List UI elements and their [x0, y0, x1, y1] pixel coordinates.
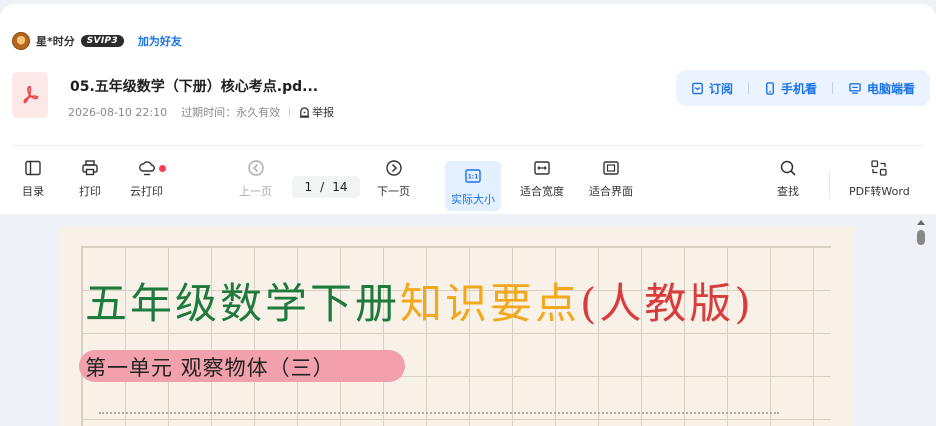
- document-meta: 2026-08-10 22:10 过期时间： 永久有效 举报: [68, 104, 334, 120]
- header-divider: [12, 145, 924, 146]
- actual-size-icon-text: 1:1: [468, 174, 479, 181]
- pdf-file-icon: [12, 72, 48, 118]
- pdf-logo-icon: [23, 85, 39, 104]
- cloud-print-icon: [138, 161, 155, 176]
- search-icon: [780, 160, 796, 176]
- heading-part-2: 知识要点: [400, 279, 581, 328]
- meta-divider: [289, 107, 291, 117]
- unit-heading: 第一单元 观察物体（三）: [85, 356, 335, 380]
- fit-page-label: 适合界面: [589, 185, 633, 198]
- fit-page-icon: [603, 161, 619, 175]
- prev-page-icon: [247, 160, 264, 176]
- add-friend-link[interactable]: 加为好友: [138, 33, 182, 49]
- page-heading: 五年级数学下册知识要点(人教版): [85, 270, 754, 331]
- pdf-to-word-icon: [871, 160, 888, 176]
- find-button[interactable]: 查找: [777, 159, 799, 199]
- pdf-viewer: 五年级数学下册知识要点(人教版) 第一单元 观察物体（三）: [0, 214, 936, 426]
- find-label: 查找: [777, 185, 799, 198]
- phone-icon: [766, 81, 774, 95]
- mobile-view-button[interactable]: 手机看: [764, 80, 817, 97]
- scroll-up-arrow[interactable]: [917, 220, 925, 225]
- cloud-print-button[interactable]: 云打印: [130, 159, 166, 199]
- next-page-label: 下一页: [377, 185, 410, 198]
- action-divider: [747, 82, 749, 94]
- heading-part-3: (人教版): [580, 279, 754, 328]
- printer-icon: [82, 160, 98, 176]
- fit-width-icon: [534, 161, 550, 175]
- fit-width-button[interactable]: 适合宽度: [520, 159, 564, 199]
- expiry-value: 永久有效: [236, 106, 281, 119]
- upload-date: 2026-08-10 22:10: [68, 105, 168, 119]
- next-page-icon: [385, 160, 402, 176]
- pdf-to-word-label: PDF转Word: [849, 185, 910, 198]
- pdf-toolbar: 目录 打印 云打印 上一页 1 / 14 下一页 1:1 实际大小 适合宽度 适…: [0, 159, 936, 211]
- monitor-icon: [849, 82, 861, 94]
- view-actions: 订阅 手机看 电脑端看: [676, 70, 930, 106]
- vip-badge: SVIP3: [80, 35, 124, 47]
- print-label: 打印: [79, 185, 101, 198]
- desktop-view-button[interactable]: 电脑端看: [848, 80, 915, 97]
- page-separator: /: [320, 180, 325, 194]
- report-label: 举报: [312, 106, 335, 119]
- handwriting-line: [99, 412, 779, 420]
- pdf-page: 五年级数学下册知识要点(人教版) 第一单元 观察物体（三）: [59, 226, 854, 426]
- document-title: 05.五年级数学（下册）核心考点.pd...: [70, 79, 319, 95]
- pdf-to-word-button[interactable]: PDF转Word: [849, 159, 910, 199]
- toc-label: 目录: [22, 185, 44, 198]
- subscribe-button[interactable]: 订阅: [691, 80, 733, 97]
- report-icon: [300, 106, 310, 118]
- notification-dot: [159, 165, 166, 172]
- actual-size-button[interactable]: 1:1 实际大小: [445, 161, 501, 211]
- subscribe-icon: [692, 82, 703, 94]
- avatar[interactable]: [12, 32, 30, 50]
- desktop-view-label: 电脑端看: [866, 81, 915, 96]
- document-header-card: 星*时分 SVIP3 加为好友 05.五年级数学（下册）核心考点.pd... 2…: [0, 4, 936, 214]
- prev-page-label: 上一页: [239, 185, 272, 198]
- scrollbar-thumb[interactable]: [917, 230, 925, 245]
- action-divider: [831, 82, 833, 94]
- next-page-button[interactable]: 下一页: [377, 159, 410, 199]
- actual-size-label: 实际大小: [451, 193, 495, 206]
- uploader-row: 星*时分 SVIP3 加为好友: [12, 31, 182, 51]
- page-indicator[interactable]: 1 / 14: [292, 176, 360, 198]
- fit-width-label: 适合宽度: [520, 185, 564, 198]
- mobile-view-label: 手机看: [780, 81, 817, 96]
- print-button[interactable]: 打印: [79, 159, 101, 199]
- total-pages: 14: [332, 180, 348, 194]
- subscribe-label: 订阅: [708, 81, 733, 96]
- toolbar-divider: [829, 172, 830, 198]
- heading-part-1: 五年级数学下册: [85, 279, 401, 328]
- fit-page-button[interactable]: 适合界面: [589, 159, 633, 199]
- expiry-label: 过期时间：: [181, 106, 237, 119]
- prev-page-button[interactable]: 上一页: [239, 159, 272, 199]
- cloud-print-label: 云打印: [130, 185, 163, 198]
- actual-size-icon: 1:1: [465, 169, 481, 183]
- toc-icon: [25, 160, 41, 176]
- toc-button[interactable]: 目录: [22, 159, 44, 199]
- report-button[interactable]: 举报: [299, 104, 334, 120]
- uploader-name[interactable]: 星*时分: [36, 33, 75, 49]
- current-page-input[interactable]: 1: [305, 180, 313, 194]
